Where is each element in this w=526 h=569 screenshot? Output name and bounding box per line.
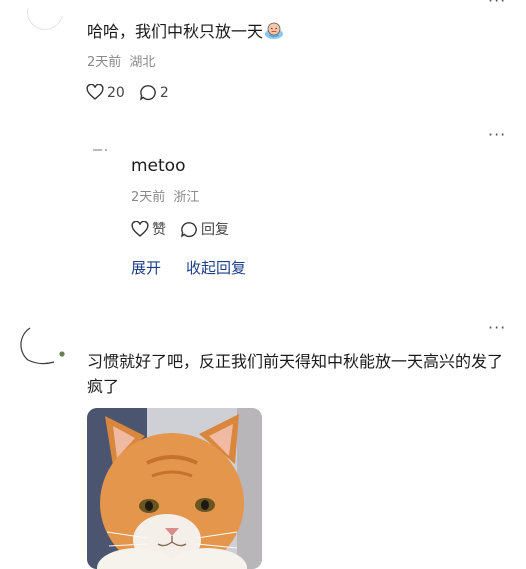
more-options-button[interactable]: ···	[488, 127, 506, 143]
avatar[interactable]	[20, 322, 68, 370]
comment-thread: ··· 哈哈，我们中秋只放一天 2天前 湖北 20 2 ··· metoo 2天…	[0, 0, 526, 569]
comment-bubble-icon	[139, 85, 156, 101]
avatar[interactable]	[90, 140, 116, 154]
comment-location: 湖北	[129, 55, 156, 70]
comment-bubble-icon	[181, 221, 197, 238]
more-options-button[interactable]: ···	[488, 320, 506, 336]
like-label: 赞	[152, 222, 166, 238]
comment-text: 习惯就好了吧，反正我们前天得知中秋能放一天高兴的发了疯了	[87, 352, 504, 396]
orange-cat-photo[interactable]	[87, 408, 262, 569]
comment-actions: 20 2	[86, 84, 183, 101]
collapse-replies-link[interactable]: 收起回复	[186, 258, 246, 278]
expand-replies-link[interactable]: 展开	[131, 258, 161, 278]
reply-time: 2天前	[131, 190, 166, 205]
comment-text: 哈哈，我们中秋只放一天	[87, 20, 284, 47]
reply-location: 浙江	[173, 190, 200, 205]
like-button[interactable]: 赞	[131, 219, 166, 239]
reply-label: 回复	[201, 222, 229, 238]
heart-icon	[131, 220, 149, 237]
crying-face-emoji-icon	[264, 20, 284, 47]
reply-button[interactable]: 2	[139, 84, 169, 101]
like-button[interactable]: 20	[86, 84, 125, 101]
reply-username[interactable]: metoo	[131, 154, 186, 178]
reply-count: 2	[159, 84, 169, 101]
reply-actions: 赞 回复	[131, 219, 243, 239]
comment-time: 2天前	[87, 55, 122, 70]
heart-icon	[86, 84, 104, 100]
more-options-button[interactable]: ···	[488, 0, 506, 9]
avatar[interactable]	[24, 0, 66, 32]
reply-meta: 2天前 浙江	[131, 190, 199, 206]
comment-meta: 2天前 湖北	[87, 55, 155, 71]
like-count: 20	[107, 84, 125, 101]
comment-text-content: 哈哈，我们中秋只放一天	[87, 22, 264, 41]
reply-button[interactable]: 回复	[180, 219, 229, 239]
